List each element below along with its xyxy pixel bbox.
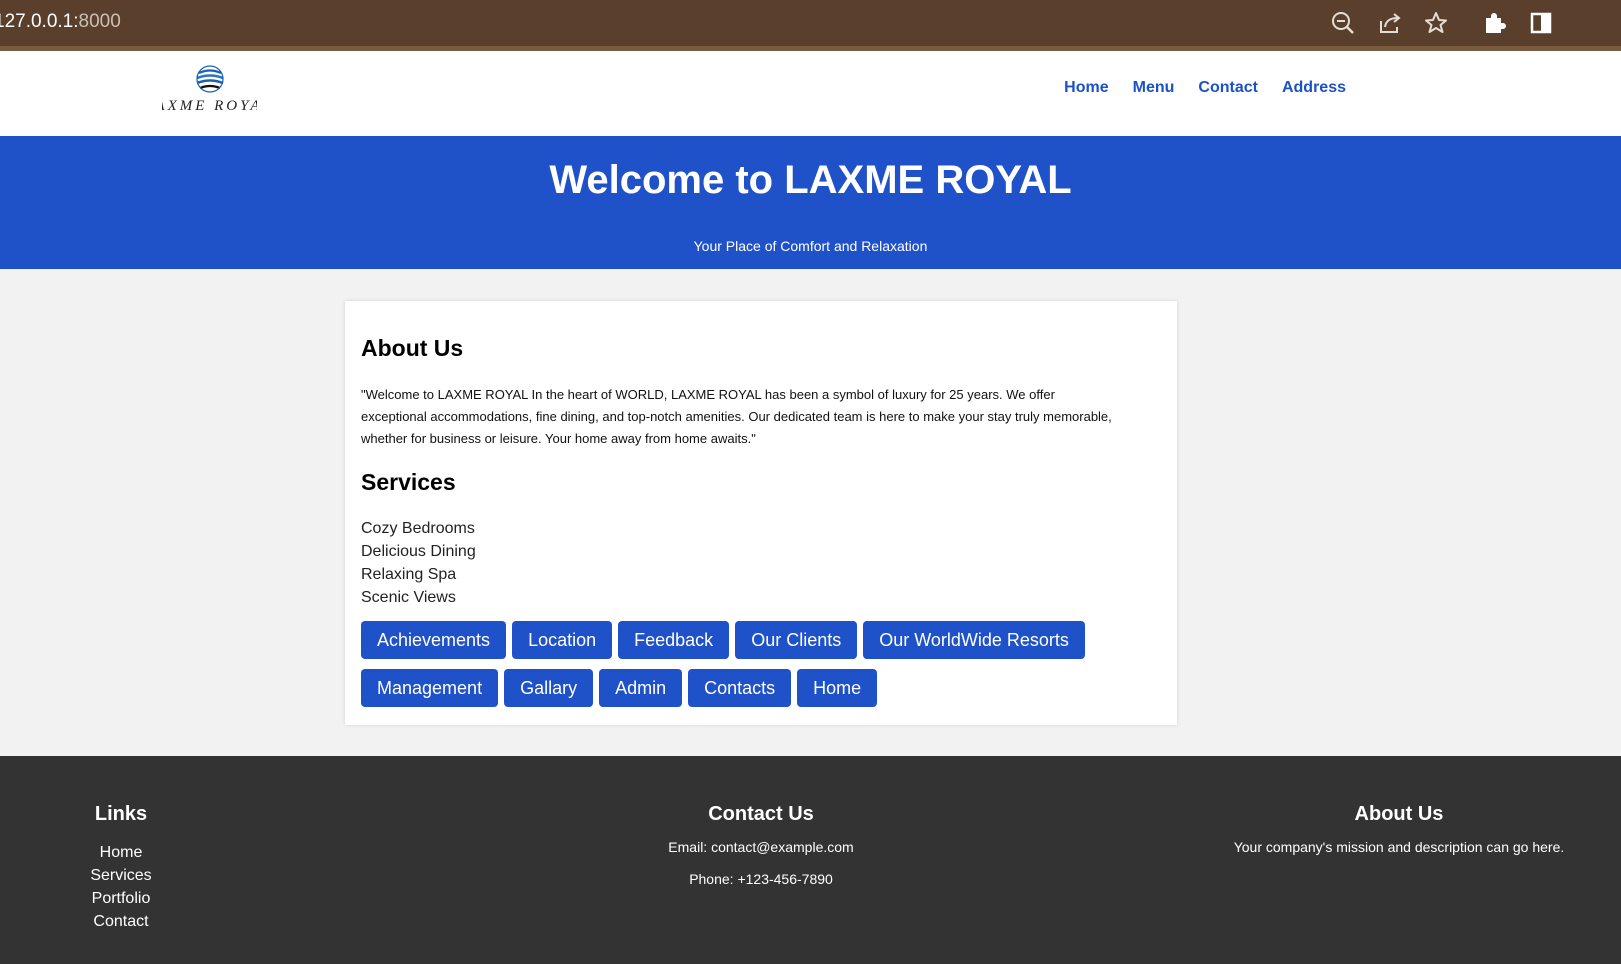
footer-link-portfolio[interactable]: Portfolio xyxy=(71,887,171,910)
site-header: LAXME ROYAL Home Menu Contact Address xyxy=(0,51,1621,136)
share-icon[interactable] xyxy=(1376,9,1404,37)
footer-links-column: Links Home Services Portfolio Contact xyxy=(71,803,171,933)
service-item: Cozy Bedrooms xyxy=(361,520,475,537)
services-list: Cozy Bedrooms Delicious Dining Relaxing … xyxy=(361,517,476,609)
worldwide-resorts-button[interactable]: Our WorldWide Resorts xyxy=(863,621,1085,659)
footer-about-text: Your company's mission and description c… xyxy=(1233,839,1565,855)
service-item: Relaxing Spa xyxy=(361,566,457,583)
service-item: Scenic Views xyxy=(361,589,456,606)
star-icon[interactable] xyxy=(1422,9,1450,37)
service-item: Delicious Dining xyxy=(361,543,476,560)
logo[interactable]: LAXME ROYAL xyxy=(143,65,271,117)
url-text[interactable]: 127.0.0.1:8000 xyxy=(0,11,121,33)
zoom-icon[interactable] xyxy=(1329,9,1357,37)
feedback-button[interactable]: Feedback xyxy=(618,621,730,659)
admin-button[interactable]: Admin xyxy=(599,669,683,707)
nav-menu-link[interactable]: Menu xyxy=(1133,79,1175,97)
svg-text:LAXME ROYAL: LAXME ROYAL xyxy=(162,98,257,114)
site-footer: Links Home Services Portfolio Contact Co… xyxy=(0,756,1621,964)
footer-about-column: About Us Your company's mission and desc… xyxy=(1219,803,1579,855)
hero-title: Welcome to LAXME ROYAL xyxy=(549,158,1072,202)
browser-toolbar: 127.0.0.1:8000 xyxy=(0,0,1621,51)
gallery-button[interactable]: Gallary xyxy=(504,669,594,707)
achievements-button[interactable]: Achievements xyxy=(361,621,507,659)
globe-icon xyxy=(196,65,224,93)
about-heading: About Us xyxy=(361,335,464,361)
footer-links-heading: Links xyxy=(94,803,148,825)
footer-link-home[interactable]: Home xyxy=(71,841,171,864)
nav-contact-link[interactable]: Contact xyxy=(1198,79,1258,97)
footer-contact-heading: Contact Us xyxy=(708,803,814,825)
button-row-2: Management Gallary Admin Contacts Home xyxy=(361,669,878,707)
extensions-icon[interactable] xyxy=(1480,9,1508,37)
sidepanel-icon[interactable] xyxy=(1527,9,1555,37)
nav-address-link[interactable]: Address xyxy=(1282,79,1346,97)
button-row-1: Achievements Location Feedback Our Clien… xyxy=(361,621,1085,659)
contacts-button[interactable]: Contacts xyxy=(688,669,792,707)
footer-link-contact[interactable]: Contact xyxy=(71,910,171,933)
hero-subtitle: Your Place of Comfort and Relaxation xyxy=(693,238,928,254)
nav-home-link[interactable]: Home xyxy=(1064,79,1108,97)
main-nav: Home Menu Contact Address xyxy=(1064,79,1346,97)
hero-banner: Welcome to LAXME ROYAL Your Place of Com… xyxy=(0,136,1621,269)
footer-link-services[interactable]: Services xyxy=(71,864,171,887)
content-card: About Us "Welcome to LAXME ROYAL In the … xyxy=(345,301,1177,725)
footer-email: Email: contact@example.com xyxy=(668,839,854,855)
footer-phone: Phone: +123-456-7890 xyxy=(689,871,833,887)
location-button[interactable]: Location xyxy=(512,621,613,659)
footer-links-list: Home Services Portfolio Contact xyxy=(71,841,171,933)
services-heading: Services xyxy=(361,469,456,495)
management-button[interactable]: Management xyxy=(361,669,499,707)
home-button[interactable]: Home xyxy=(797,669,878,707)
our-clients-button[interactable]: Our Clients xyxy=(735,621,858,659)
address-bar[interactable]: 127.0.0.1:8000 xyxy=(0,0,1510,46)
footer-about-heading: About Us xyxy=(1354,803,1444,825)
footer-contact-column: Contact Us Email: contact@example.com Ph… xyxy=(611,803,911,887)
about-text: "Welcome to LAXME ROYAL In the heart of … xyxy=(361,387,1112,446)
